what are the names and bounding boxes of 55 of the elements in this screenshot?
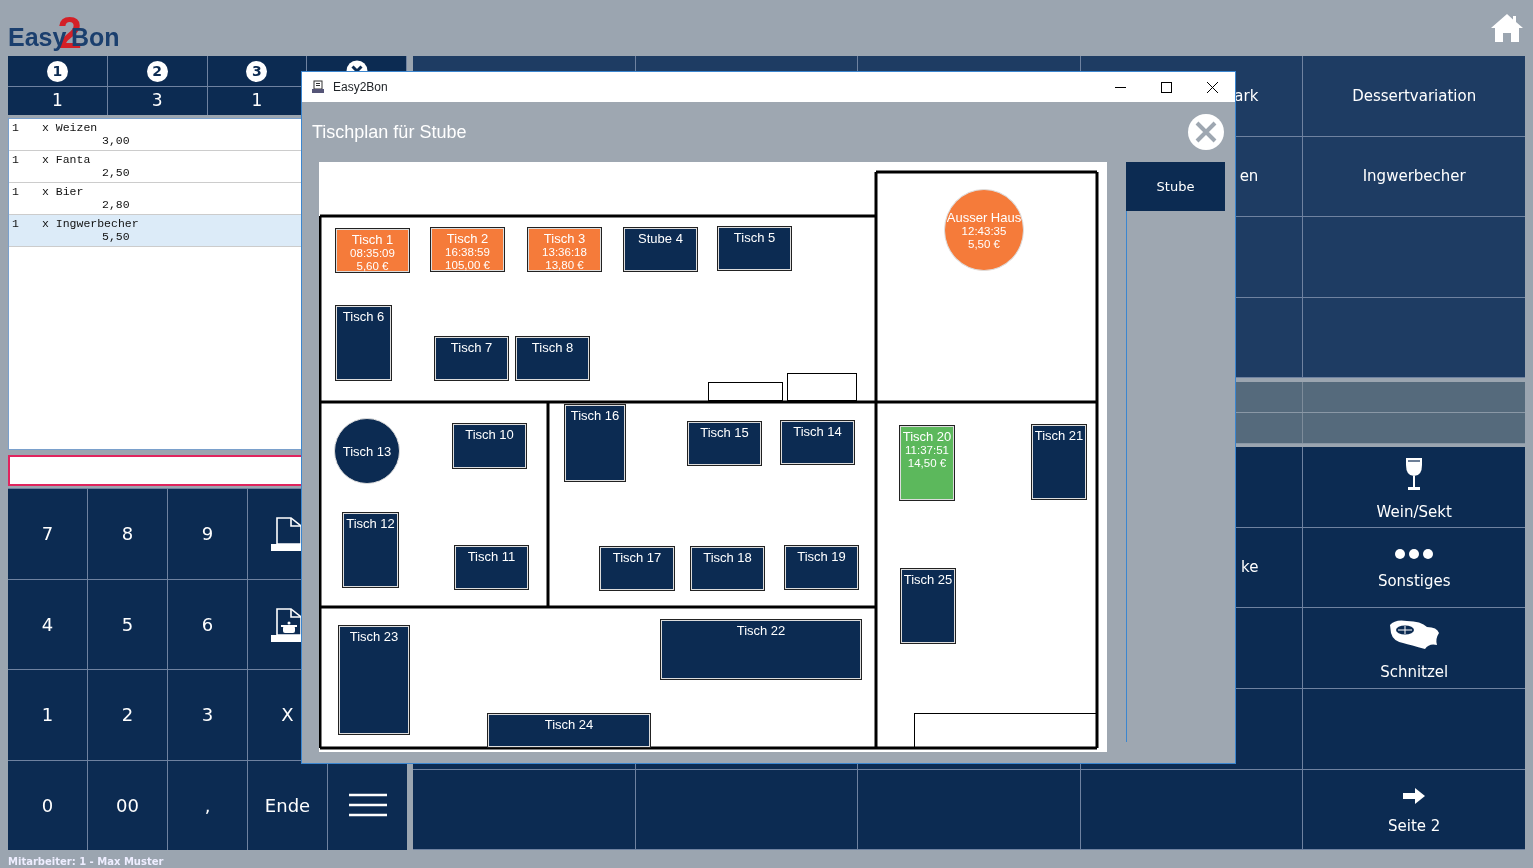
table-button[interactable]: Tisch 24 xyxy=(487,713,651,748)
keypad-key[interactable]: 8 xyxy=(88,489,167,579)
table-button[interactable]: Tisch 14 xyxy=(780,420,855,465)
keypad-key[interactable]: Ende xyxy=(248,760,327,850)
keypad-key[interactable]: 1 xyxy=(8,670,87,760)
seat-count: 3 xyxy=(151,89,163,113)
menu-tile[interactable]: Ingwerbecher xyxy=(1303,136,1525,217)
table-button[interactable]: Tisch 17 xyxy=(599,546,675,591)
menu-tile[interactable]: Seite 2 xyxy=(1303,769,1525,850)
wine-glass-icon xyxy=(1404,456,1425,491)
table-button[interactable]: Tisch 25 xyxy=(900,568,956,644)
keypad-key[interactable]: 6 xyxy=(168,579,247,669)
table-button[interactable]: Tisch 7 xyxy=(434,336,509,381)
receipt-printer-icon xyxy=(311,80,325,94)
seat-count: 1 xyxy=(251,89,263,113)
table-button[interactable]: Tisch 5 xyxy=(717,226,792,271)
table-button[interactable]: Tisch 12 xyxy=(342,512,399,588)
seat-number[interactable]: 2 xyxy=(146,60,168,82)
status-text: Mitarbeiter: 1 - Max Muster xyxy=(7,855,165,868)
schnitzel-icon xyxy=(1387,618,1442,651)
window-title: Easy2Bon xyxy=(333,79,388,96)
table-button[interactable]: Tisch 21 xyxy=(1031,424,1087,500)
table-button[interactable]: Tisch 23 xyxy=(338,625,410,735)
seat-number[interactable]: 3 xyxy=(246,60,268,82)
table-button[interactable]: Stube 4 xyxy=(623,227,698,272)
arrow-right-icon xyxy=(1402,787,1427,806)
keypad-key[interactable]: 4 xyxy=(8,579,87,669)
table-button[interactable]: Tisch 11 xyxy=(454,545,529,590)
table-button[interactable]: Tisch 22 xyxy=(660,619,862,680)
maximize-icon xyxy=(1160,81,1172,93)
keypad-key[interactable]: , xyxy=(168,760,247,850)
table-button[interactable]: Tisch 15 xyxy=(687,421,762,466)
table-button[interactable]: Tisch 16 xyxy=(564,404,626,482)
table-button[interactable]: Tisch 18 xyxy=(690,546,765,591)
keypad-key[interactable]: 7 xyxy=(8,489,87,579)
keypad-key[interactable]: 2 xyxy=(88,670,167,760)
dots-icon xyxy=(1394,548,1435,561)
keypad-key[interactable]: 9 xyxy=(168,489,247,579)
menu-tile[interactable]: Schnitzel xyxy=(1303,608,1525,688)
menu-tile[interactable]: Sonstiges xyxy=(1303,527,1525,608)
menu-icon[interactable] xyxy=(348,793,387,818)
keypad-key[interactable]: 0 xyxy=(8,760,87,850)
seat-number[interactable]: 1 xyxy=(46,60,68,82)
close-icon xyxy=(1206,81,1218,93)
keypad-key[interactable]: 3 xyxy=(168,670,247,760)
seat-count: 1 xyxy=(51,89,63,113)
table-button[interactable]: Tisch 19 xyxy=(784,545,859,590)
keypad-key[interactable]: 5 xyxy=(88,579,167,669)
keypad-key[interactable]: 00 xyxy=(88,760,167,850)
table-button[interactable]: Tisch 6 xyxy=(335,305,392,381)
menu-tile[interactable]: Dessertvariation xyxy=(1303,56,1525,136)
table-button[interactable]: Tisch 8 xyxy=(515,336,590,381)
room-tab[interactable]: Stube xyxy=(1126,162,1225,211)
menu-tile[interactable]: Wein/Sekt xyxy=(1303,447,1525,527)
table-button[interactable]: Tisch 10 xyxy=(452,423,527,469)
